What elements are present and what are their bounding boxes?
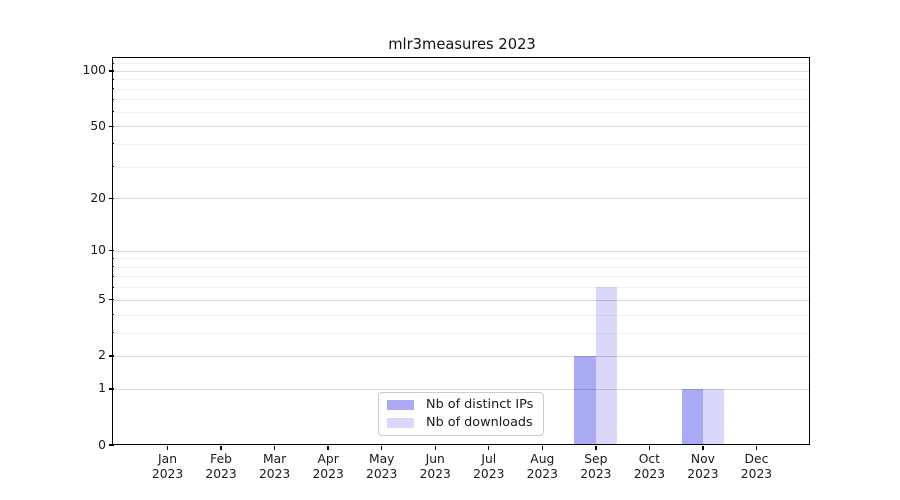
legend-swatch-icon xyxy=(387,418,414,429)
legend-item: Nb of distinct IPs xyxy=(387,398,535,412)
legend: Nb of distinct IPs Nb of downloads xyxy=(378,392,544,436)
bar-nov-ips xyxy=(682,389,703,445)
bar-sep-downloads xyxy=(596,287,617,445)
legend-label: Nb of downloads xyxy=(426,416,533,430)
legend-swatch-icon xyxy=(387,400,414,411)
bar-sep-ips xyxy=(574,356,595,445)
chart-figure: mlr3measures 2023 0125102050100 Jan2023F… xyxy=(0,0,900,500)
bar-nov-downloads xyxy=(703,389,724,445)
legend-label: Nb of distinct IPs xyxy=(426,398,533,412)
legend-item: Nb of downloads xyxy=(387,416,535,430)
